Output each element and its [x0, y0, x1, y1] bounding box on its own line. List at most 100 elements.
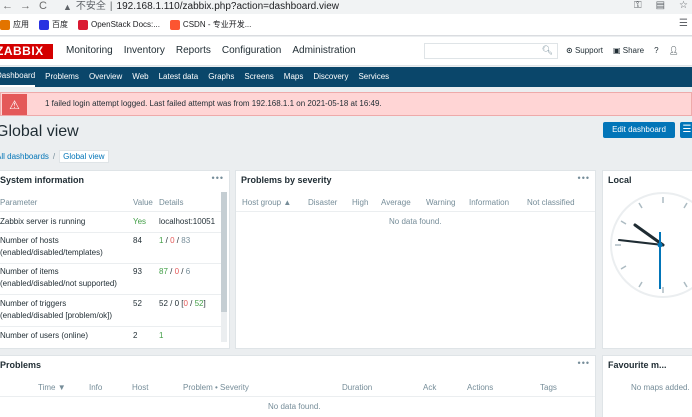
breadcrumb-separator: /	[52, 152, 56, 161]
edit-dashboard-button[interactable]: Edit dashboard	[603, 122, 675, 138]
dashboard-menu-button[interactable]: ☰	[680, 122, 692, 138]
subnav-problems[interactable]: Problems	[45, 67, 79, 87]
col-information: Information	[469, 198, 510, 207]
menu-administration[interactable]: Administration	[292, 45, 355, 56]
col-duration: Duration	[342, 383, 373, 392]
col-details: Details	[159, 198, 184, 207]
col-high: High	[352, 198, 369, 207]
widget-title: System information	[0, 175, 85, 185]
subnav-latest-data[interactable]: Latest data	[159, 67, 199, 87]
col-warning: Warning	[426, 198, 456, 207]
col-problem-severity[interactable]: Problem • Severity	[183, 383, 249, 392]
subnav-web[interactable]: Web	[132, 67, 148, 87]
monitoring-subnav: Dashboard Problems Overview Web Latest d…	[0, 67, 692, 87]
col-host-group[interactable]: Host group ▲	[242, 198, 291, 207]
share-link[interactable]: ▣ Share	[613, 46, 644, 55]
bookmark-baidu[interactable]: 百度	[39, 19, 68, 30]
address-separator: |	[109, 0, 113, 12]
analog-clock-icon	[610, 192, 692, 298]
col-actions: Actions	[467, 383, 494, 392]
row-items-param: Number of items	[0, 267, 59, 276]
row-triggers-value: 52	[133, 299, 142, 308]
subnav-maps[interactable]: Maps	[284, 67, 304, 87]
system-information-widget: System information ••• Parameter Value D…	[0, 170, 230, 349]
local-clock-widget: Local	[602, 170, 692, 349]
col-host[interactable]: Host	[132, 383, 148, 392]
row-items-details: 87 / 0 / 6	[159, 267, 191, 276]
col-info: Info	[89, 383, 103, 392]
back-button[interactable]: ←	[2, 0, 13, 12]
menu-monitoring[interactable]: Monitoring	[66, 45, 113, 56]
help-link[interactable]: ?	[654, 46, 658, 55]
row-hosts-value: 84	[133, 236, 142, 245]
reading-list-icon[interactable]: ☰	[679, 18, 688, 29]
bookmark-apps[interactable]: 应用	[0, 19, 29, 30]
warning-icon: ▲	[63, 1, 72, 12]
row-users-value: 2	[133, 331, 138, 340]
row-server-value: Yes	[133, 217, 147, 226]
row-hosts-param-sub: (enabled/disabled/templates)	[0, 248, 103, 257]
translate-icon[interactable]: ▤	[656, 0, 665, 12]
menu-reports[interactable]: Reports	[176, 45, 211, 56]
key-icon[interactable]: ⚿	[634, 0, 642, 12]
bookmark-openstack[interactable]: OpenStack Docs:...	[78, 19, 160, 30]
widget-title: Favourite m...	[608, 360, 667, 370]
subnav-discovery[interactable]: Discovery	[313, 67, 348, 87]
zabbix-logo[interactable]: ZABBIX	[0, 44, 53, 59]
no-data-message: No data found.	[268, 402, 321, 411]
problems-by-severity-widget: Problems by severity ••• Host group ▲ Di…	[235, 170, 596, 349]
failed-login-banner: ⚠︎ 1 failed login attempt logged. Last f…	[0, 92, 692, 116]
widget-menu-icon[interactable]: •••	[578, 173, 590, 183]
scrollbar-thumb[interactable]	[221, 192, 227, 312]
browser-toolbar: ← → C ▲ 不安全 | 192.168.1.110/zabbix.php?a…	[0, 0, 692, 14]
subnav-screens[interactable]: Screens	[244, 67, 273, 87]
col-parameter: Parameter	[0, 198, 38, 207]
share-icon: ▣	[612, 46, 621, 55]
url-text: 192.168.1.110/zabbix.php?action=dashboar…	[116, 0, 340, 12]
row-users-param: Number of users (online)	[0, 331, 89, 340]
user-icon[interactable]: 👤︎	[669, 46, 679, 55]
search-icon[interactable]: 🔍︎	[542, 45, 553, 56]
address-bar[interactable]: ▲ 不安全 | 192.168.1.110/zabbix.php?action=…	[63, 0, 339, 13]
forward-button[interactable]: →	[20, 0, 31, 12]
row-users-details: 1	[159, 331, 164, 340]
page-title: Global view	[0, 123, 79, 140]
breadcrumb: All dashboards / Global view	[0, 150, 109, 163]
widget-menu-icon[interactable]: •••	[578, 358, 590, 368]
baidu-icon	[39, 19, 49, 30]
csdn-icon	[169, 19, 180, 30]
row-triggers-details: 52 / 0 [0 / 52]	[159, 299, 206, 308]
row-hosts-param: Number of hosts	[0, 236, 59, 245]
bookmark-star-icon[interactable]: ☆	[679, 0, 688, 12]
apps-icon	[0, 19, 10, 30]
col-time[interactable]: Time ▼	[38, 383, 66, 392]
banner-text: 1 failed login attempt logged. Last fail…	[45, 99, 382, 108]
subnav-services[interactable]: Services	[358, 67, 389, 87]
subnav-overview[interactable]: Overview	[89, 67, 122, 87]
security-label: 不安全	[75, 0, 106, 12]
menu-configuration[interactable]: Configuration	[222, 45, 281, 56]
widget-scrollbar[interactable]	[221, 192, 227, 342]
support-link[interactable]: ⊙ Support	[566, 46, 603, 55]
subnav-graphs[interactable]: Graphs	[208, 67, 234, 87]
openstack-icon	[78, 19, 88, 30]
col-ack: Ack	[423, 383, 437, 392]
breadcrumb-all-dashboards[interactable]: All dashboards	[0, 152, 49, 161]
reload-button[interactable]: C	[39, 0, 47, 12]
breadcrumb-global-view[interactable]: Global view	[59, 150, 109, 163]
widget-menu-icon[interactable]: •••	[212, 173, 224, 183]
widget-title: Problems	[0, 360, 42, 370]
search-input[interactable]: 🔍︎	[424, 43, 558, 59]
no-data-message: No data found.	[389, 217, 442, 226]
col-not-classified: Not classified	[527, 198, 575, 207]
row-server-details: localhost:10051	[159, 217, 216, 226]
subnav-dashboard[interactable]: Dashboard	[0, 67, 36, 87]
menu-inventory[interactable]: Inventory	[124, 45, 165, 56]
row-triggers-param: Number of triggers	[0, 299, 67, 308]
alert-triangle-icon: ⚠︎	[2, 94, 27, 115]
bookmark-csdn[interactable]: CSDN - 专业开发...	[169, 19, 251, 30]
no-maps-message: No maps added.	[631, 383, 690, 392]
main-menu: Monitoring Inventory Reports Configurati…	[66, 45, 367, 56]
widget-title: Local	[608, 175, 632, 185]
col-disaster: Disaster	[308, 198, 338, 207]
